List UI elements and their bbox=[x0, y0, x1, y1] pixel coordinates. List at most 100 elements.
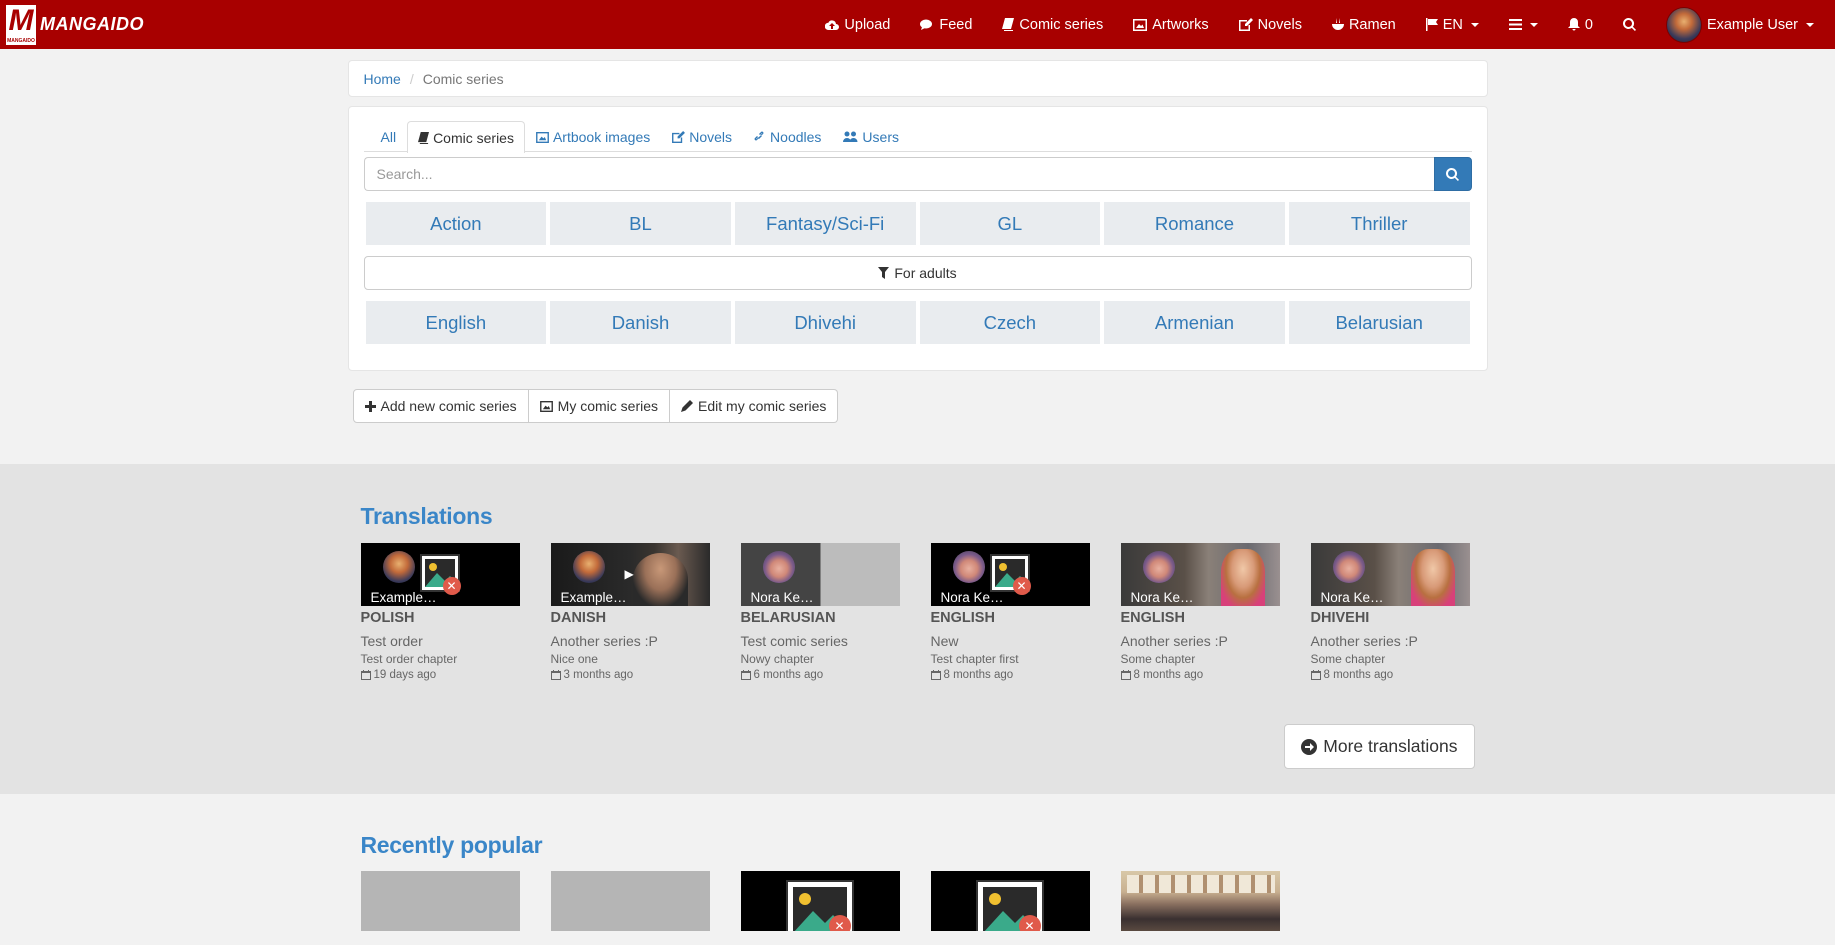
language-dhivehi[interactable]: Dhivehi bbox=[734, 301, 916, 344]
logo-mark: M MANGAIDO bbox=[6, 3, 36, 45]
language-belarusian[interactable]: Belarusian bbox=[1288, 301, 1470, 344]
avatar bbox=[382, 551, 415, 583]
translation-chapter: Nice one bbox=[550, 652, 598, 666]
search-input[interactable] bbox=[363, 157, 1434, 191]
translation-thumbnail[interactable]: Nora Ke… bbox=[740, 543, 900, 606]
popular-card[interactable]: ✕ bbox=[930, 871, 1090, 931]
genre-romance[interactable]: Romance bbox=[1104, 202, 1285, 245]
popular-card[interactable] bbox=[550, 871, 710, 931]
translation-card[interactable]: ✕ Nora Ke… ENGLISH New Test chapter firs… bbox=[930, 543, 1090, 681]
site-logo[interactable]: M MANGAIDO MANGAIDO bbox=[6, 3, 144, 45]
user-menu[interactable]: Example User bbox=[1651, 0, 1829, 49]
search-button[interactable] bbox=[1433, 157, 1472, 191]
nav-upload-label: Upload bbox=[844, 16, 891, 33]
comments-icon bbox=[920, 19, 933, 30]
nav-novels[interactable]: Novels bbox=[1224, 0, 1317, 49]
tab-artbook-images[interactable]: Artbook images bbox=[525, 121, 661, 152]
avatar bbox=[1665, 6, 1702, 43]
tab-comic-series[interactable]: Comic series bbox=[407, 121, 525, 153]
picture-icon bbox=[539, 400, 553, 412]
nav-comic-series-label: Comic series bbox=[1019, 16, 1104, 33]
language-label: EN bbox=[1442, 16, 1463, 33]
nav-upload[interactable]: Upload bbox=[810, 0, 905, 49]
logo-text: MANGAIDO bbox=[40, 14, 144, 34]
more-translations-button[interactable]: More translations bbox=[1284, 724, 1475, 769]
search-icon bbox=[1446, 167, 1459, 181]
popular-card[interactable] bbox=[1120, 871, 1280, 931]
translation-date: 6 months ago bbox=[740, 669, 900, 681]
genre-thriller[interactable]: Thriller bbox=[1288, 202, 1470, 245]
my-comic-series-button[interactable]: My comic series bbox=[528, 389, 671, 423]
nav-ramen-label: Ramen bbox=[1348, 16, 1396, 33]
avatar bbox=[952, 551, 985, 583]
translation-thumbnail[interactable]: ▶ Example… bbox=[550, 543, 710, 606]
close-icon: ✕ bbox=[442, 577, 461, 595]
breadcrumb-current: Comic series bbox=[422, 70, 504, 87]
popular-section: Recently popular ✕ ✕ bbox=[348, 794, 1488, 931]
tab-users[interactable]: Users bbox=[832, 121, 910, 152]
genre-gl[interactable]: GL bbox=[919, 202, 1101, 245]
translation-date: 3 months ago bbox=[550, 669, 710, 681]
popular-card[interactable]: ✕ bbox=[740, 871, 900, 931]
translation-card[interactable]: Nora Ke… ENGLISH Another series :P Some … bbox=[1120, 543, 1280, 681]
translation-date: 8 months ago bbox=[1310, 669, 1470, 681]
nav-artworks-label: Artworks bbox=[1152, 16, 1209, 33]
tab-all-label: All bbox=[380, 129, 397, 145]
arrow-circle-right-icon bbox=[1301, 738, 1318, 755]
nav-feed[interactable]: Feed bbox=[905, 0, 987, 49]
translation-thumbnail[interactable]: Nora Ke… bbox=[1310, 543, 1470, 606]
translation-user: Nora Ke… bbox=[1320, 590, 1384, 605]
nav-ramen[interactable]: Ramen bbox=[1317, 0, 1411, 49]
close-icon: ✕ bbox=[1012, 577, 1031, 595]
translation-thumbnail[interactable]: ✕ Example… bbox=[360, 543, 520, 606]
nav-artworks[interactable]: Artworks bbox=[1118, 0, 1223, 49]
menu-dropdown[interactable] bbox=[1494, 0, 1553, 49]
tab-noodles[interactable]: Noodles bbox=[743, 121, 832, 152]
top-navbar: M MANGAIDO MANGAIDO Upload Feed Comic se… bbox=[0, 0, 1835, 49]
translation-language: DHIVEHI bbox=[1310, 610, 1370, 626]
language-english[interactable]: English bbox=[365, 301, 547, 344]
for-adults-filter[interactable]: For adults bbox=[363, 256, 1472, 290]
nav-menu: Upload Feed Comic series Artworks Novels… bbox=[810, 0, 1829, 49]
play-icon: ▶ bbox=[624, 567, 634, 581]
genre-bl[interactable]: BL bbox=[550, 202, 731, 245]
tab-novels[interactable]: Novels bbox=[661, 121, 743, 152]
close-icon: ✕ bbox=[828, 915, 851, 931]
translation-thumbnail[interactable]: Nora Ke… bbox=[1120, 543, 1280, 606]
tab-all[interactable]: All bbox=[370, 121, 408, 152]
language-czech[interactable]: Czech bbox=[919, 301, 1101, 344]
language-armenian[interactable]: Armenian bbox=[1104, 301, 1285, 344]
popular-card[interactable] bbox=[360, 871, 520, 931]
translation-language: ENGLISH bbox=[930, 610, 995, 626]
add-comic-series-button[interactable]: Add new comic series bbox=[352, 389, 529, 423]
translation-thumbnail[interactable]: ✕ Nora Ke… bbox=[930, 543, 1090, 606]
language-grid: English Danish Dhivehi Czech Armenian Be… bbox=[364, 301, 1472, 344]
hamburger-icon bbox=[1508, 19, 1522, 30]
for-adults-label: For adults bbox=[894, 265, 957, 281]
language-danish[interactable]: Danish bbox=[550, 301, 731, 344]
close-icon: ✕ bbox=[1018, 915, 1041, 931]
edit-comic-series-button[interactable]: Edit my comic series bbox=[670, 389, 839, 423]
book-icon bbox=[418, 131, 430, 144]
logo-letter: M bbox=[8, 3, 34, 37]
translation-ago: 6 months ago bbox=[753, 669, 824, 681]
search-nav-button[interactable] bbox=[1608, 0, 1651, 49]
translation-card[interactable]: ▶ Example… DANISH Another series :P Nice… bbox=[550, 543, 710, 681]
language-dropdown[interactable]: EN bbox=[1411, 0, 1494, 49]
add-comic-series-label: Add new comic series bbox=[380, 398, 517, 414]
calendar-icon bbox=[930, 670, 941, 680]
bowl-icon bbox=[1331, 18, 1344, 30]
translation-date: 8 months ago bbox=[1120, 669, 1280, 681]
breadcrumb-home[interactable]: Home bbox=[364, 71, 401, 87]
translation-series: Test comic series bbox=[740, 633, 848, 649]
genre-fantasy-scifi[interactable]: Fantasy/Sci-Fi bbox=[734, 202, 916, 245]
translation-card[interactable]: Nora Ke… BELARUSIAN Test comic series No… bbox=[740, 543, 900, 681]
translation-card[interactable]: ✕ Example… POLISH Test order Test order … bbox=[360, 543, 520, 681]
picture-icon bbox=[1133, 18, 1148, 31]
chevron-down-icon bbox=[1470, 22, 1479, 27]
genre-action[interactable]: Action bbox=[365, 202, 547, 245]
nav-comic-series[interactable]: Comic series bbox=[987, 0, 1118, 49]
translation-card[interactable]: Nora Ke… DHIVEHI Another series :P Some … bbox=[1310, 543, 1470, 681]
notifications-button[interactable]: 0 bbox=[1553, 0, 1608, 49]
translation-language: ENGLISH bbox=[1120, 610, 1185, 626]
